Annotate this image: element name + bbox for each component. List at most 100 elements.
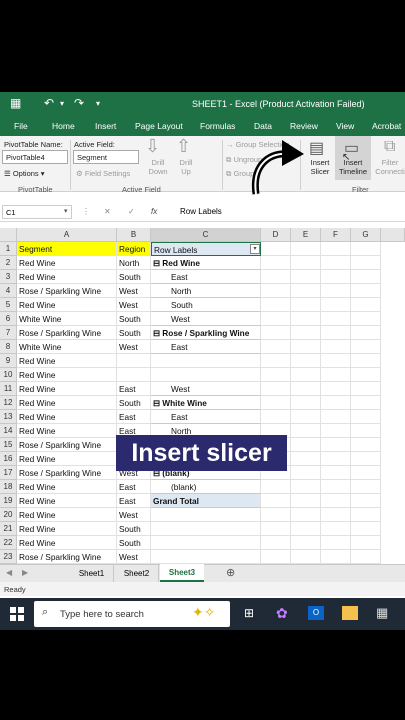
- cell-c7[interactable]: ⊟ Rose / Sparkling Wine: [151, 326, 261, 340]
- row-header[interactable]: 17: [0, 466, 17, 480]
- enter-icon[interactable]: ✓: [128, 207, 135, 216]
- row-header[interactable]: 16: [0, 452, 17, 466]
- row-header[interactable]: 18: [0, 480, 17, 494]
- row-header[interactable]: 19: [0, 494, 17, 508]
- cell-empty[interactable]: [291, 508, 321, 522]
- windows-start-icon[interactable]: [10, 607, 24, 621]
- cell-b20[interactable]: West: [117, 508, 151, 522]
- cell-empty[interactable]: [321, 270, 351, 284]
- next-sheet-icon[interactable]: ▶: [22, 568, 28, 577]
- cell-empty[interactable]: [321, 550, 351, 564]
- cell-empty[interactable]: [261, 340, 291, 354]
- insert-function-icon[interactable]: fx: [151, 207, 157, 216]
- cell-a13[interactable]: Red Wine: [17, 410, 117, 424]
- column-header-a[interactable]: A: [17, 228, 117, 242]
- cell-c5[interactable]: South: [151, 298, 261, 312]
- cell-empty[interactable]: [291, 326, 321, 340]
- row-header[interactable]: 4: [0, 284, 17, 298]
- row-header[interactable]: 9: [0, 354, 17, 368]
- cell-empty[interactable]: [291, 550, 321, 564]
- filter-connections-button[interactable]: Filter Connecti: [373, 158, 405, 176]
- cell-b12[interactable]: South: [117, 396, 151, 410]
- cell-c1[interactable]: Row Labels: [151, 242, 261, 256]
- cell-empty[interactable]: [351, 256, 381, 270]
- row-header[interactable]: 3: [0, 270, 17, 284]
- redo-icon[interactable]: ↷: [74, 96, 84, 110]
- cell-a6[interactable]: White Wine: [17, 312, 117, 326]
- row-header[interactable]: 22: [0, 536, 17, 550]
- cell-empty[interactable]: [321, 494, 351, 508]
- cell-c22[interactable]: [151, 536, 261, 550]
- cell-b13[interactable]: East: [117, 410, 151, 424]
- cell-b7[interactable]: South: [117, 326, 151, 340]
- row-header[interactable]: 8: [0, 340, 17, 354]
- cell-c11[interactable]: West: [151, 382, 261, 396]
- insert-slicer-button[interactable]: Insert Slicer: [305, 158, 335, 176]
- cell-empty[interactable]: [261, 480, 291, 494]
- tab-sheet1[interactable]: Sheet1: [70, 565, 114, 582]
- cell-a1[interactable]: Segment: [17, 242, 117, 256]
- cell-empty[interactable]: [321, 354, 351, 368]
- row-labels-filter-dropdown-icon[interactable]: ▾: [250, 244, 260, 254]
- cell-empty[interactable]: [351, 326, 381, 340]
- cell-b4[interactable]: West: [117, 284, 151, 298]
- row-header[interactable]: 7: [0, 326, 17, 340]
- cell-empty[interactable]: [351, 298, 381, 312]
- cell-empty[interactable]: [321, 256, 351, 270]
- cell-a22[interactable]: Red Wine: [17, 536, 117, 550]
- cell-empty[interactable]: [261, 396, 291, 410]
- row-header[interactable]: 5: [0, 298, 17, 312]
- cell-empty[interactable]: [291, 438, 321, 452]
- cell-empty[interactable]: [291, 410, 321, 424]
- cell-b21[interactable]: South: [117, 522, 151, 536]
- column-header-c[interactable]: C: [151, 228, 261, 242]
- cell-empty[interactable]: [321, 508, 351, 522]
- tab-sheet3[interactable]: Sheet3: [160, 564, 204, 582]
- cell-a7[interactable]: Rose / Sparkling Wine: [17, 326, 117, 340]
- cell-c2[interactable]: ⊟ Red Wine: [151, 256, 261, 270]
- cell-empty[interactable]: [351, 508, 381, 522]
- cell-empty[interactable]: [321, 368, 351, 382]
- cell-empty[interactable]: [321, 284, 351, 298]
- cell-empty[interactable]: [321, 340, 351, 354]
- drill-up-button[interactable]: Drill Up: [175, 158, 197, 176]
- cell-empty[interactable]: [321, 438, 351, 452]
- cell-empty[interactable]: [291, 270, 321, 284]
- cell-c9[interactable]: [151, 354, 261, 368]
- cell-empty[interactable]: [321, 466, 351, 480]
- cell-a3[interactable]: Red Wine: [17, 270, 117, 284]
- cell-empty[interactable]: [351, 382, 381, 396]
- row-header[interactable]: 15: [0, 438, 17, 452]
- cell-empty[interactable]: [351, 368, 381, 382]
- column-header-g[interactable]: G: [351, 228, 381, 242]
- cell-empty[interactable]: [291, 368, 321, 382]
- row-header[interactable]: 20: [0, 508, 17, 522]
- cell-empty[interactable]: [321, 536, 351, 550]
- cell-empty[interactable]: [321, 424, 351, 438]
- cell-empty[interactable]: [261, 368, 291, 382]
- formula-input[interactable]: Row Labels: [180, 207, 222, 216]
- cell-empty[interactable]: [261, 522, 291, 536]
- cell-empty[interactable]: [261, 508, 291, 522]
- cell-c12[interactable]: ⊟ White Wine: [151, 396, 261, 410]
- tab-file[interactable]: File: [14, 121, 28, 131]
- cell-empty[interactable]: [321, 326, 351, 340]
- row-header[interactable]: 11: [0, 382, 17, 396]
- cell-empty[interactable]: [291, 256, 321, 270]
- row-header[interactable]: 1: [0, 242, 17, 256]
- cell-c21[interactable]: [151, 522, 261, 536]
- cell-empty[interactable]: [261, 494, 291, 508]
- cell-empty[interactable]: [261, 326, 291, 340]
- cell-a10[interactable]: Red Wine: [17, 368, 117, 382]
- cell-empty[interactable]: [351, 396, 381, 410]
- cell-empty[interactable]: [261, 550, 291, 564]
- cell-b3[interactable]: South: [117, 270, 151, 284]
- add-sheet-icon[interactable]: ⊕: [226, 566, 235, 579]
- active-field-input[interactable]: Segment: [73, 150, 139, 164]
- cell-empty[interactable]: [261, 410, 291, 424]
- task-view-icon[interactable]: ⊞: [244, 606, 254, 620]
- cell-empty[interactable]: [351, 270, 381, 284]
- cancel-icon[interactable]: ✕: [104, 207, 111, 216]
- cell-a8[interactable]: White Wine: [17, 340, 117, 354]
- field-settings-button[interactable]: ⚙ Field Settings: [76, 169, 130, 178]
